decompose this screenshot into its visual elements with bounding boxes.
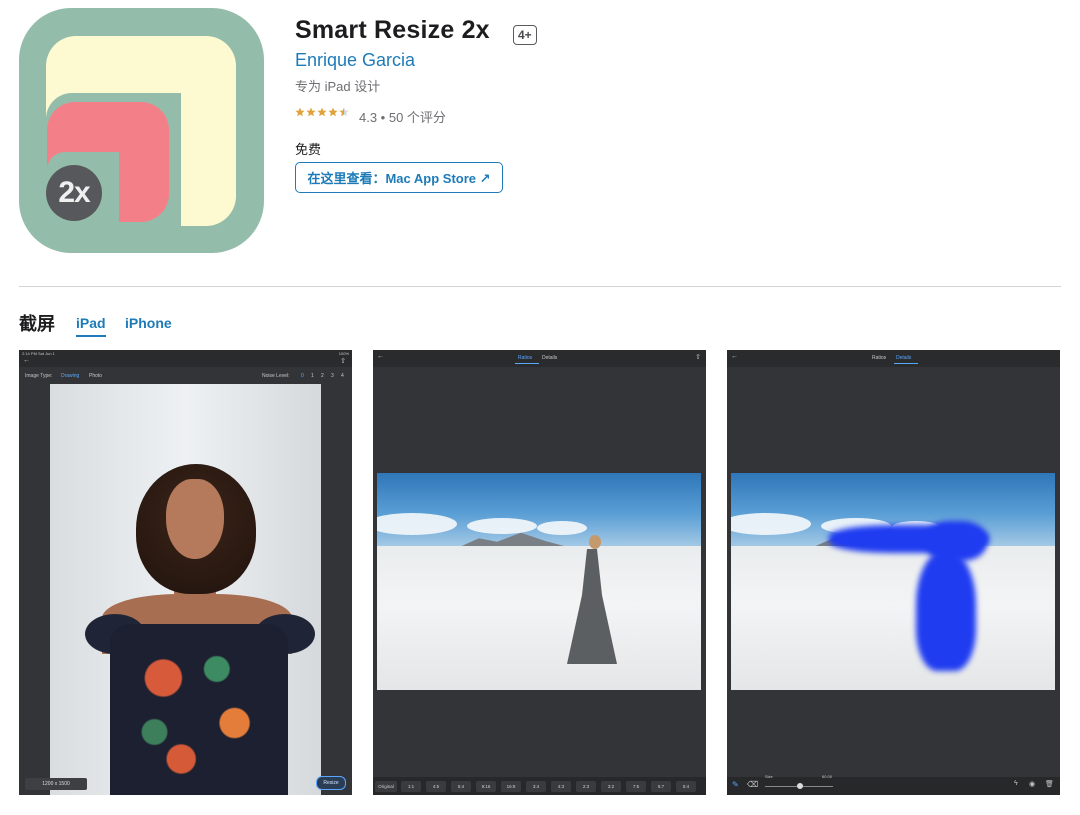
tab-ratios-underline [515,363,539,364]
salt-flat [731,546,1055,690]
ratio-7-5[interactable]: 7:5 [626,781,646,792]
star-icon [328,107,338,117]
landscape-photo-masked [731,473,1055,690]
tab-details-underline [894,363,918,364]
noise-level-4[interactable]: 4 [341,373,344,379]
screenshot-1[interactable]: 2:14 PM Sat Jun 1 100% ← ⇧ Image Type: D… [19,350,352,795]
ratio-4-3[interactable]: 4:3 [551,781,571,792]
tab-ratios[interactable]: Ratios [872,355,886,361]
noise-level-0[interactable]: 0 [301,373,304,379]
portrait-face [166,479,224,559]
mac-store-button-label: 在这里查看：Mac App Store ↗ [307,171,491,186]
brush-stroke-body [916,551,976,671]
ratio-bar: Original 1:1 4:5 5:4 9:16 16:9 3:4 4:3 2… [373,777,706,795]
noise-level-3[interactable]: 3 [331,373,334,379]
status-battery: 100% [338,351,349,356]
tab-iphone[interactable]: iPhone [125,315,172,331]
screenshots-heading: 截屏 [19,314,55,334]
back-arrow-icon: ← [377,353,384,360]
noise-level-1[interactable]: 1 [311,373,314,379]
back-arrow-icon: ← [731,353,738,360]
size-value: 60.00 [822,774,833,779]
ratio-1-1[interactable]: 1:1 [401,781,421,792]
resize-button[interactable]: Resize [316,776,346,790]
image-type-label: Image Type: [25,373,53,379]
developer-link[interactable]: Enrique Garcia [295,50,415,71]
app-title: Smart Resize 2x [295,16,490,44]
portrait-photo [50,384,321,795]
age-rating-badge: 4+ [513,25,537,45]
star-icon [306,107,316,117]
share-icon: ⇧ [340,358,346,365]
screenshot-top-bar: ← Ratios Details [727,350,1060,367]
star-icon [295,107,305,117]
size-label: Size [765,774,773,779]
salt-flat [377,546,701,690]
view-in-mac-app-store-button[interactable]: 在这里查看：Mac App Store ↗ [295,162,503,193]
ratio-9-16[interactable]: 9:16 [476,781,496,792]
ratio-original[interactable]: Original [375,781,397,792]
rating-summary: 4.3 • 50 个评分 [359,110,446,125]
tab-details[interactable]: Details [542,355,557,361]
screenshot-top-bar: ← Ratios Details ⇧ [373,350,706,367]
image-type-photo[interactable]: Photo [89,373,102,379]
eye-icon[interactable]: ◉ [1029,780,1035,788]
eraser-icon[interactable]: ⌫ [747,780,758,789]
noise-level-2[interactable]: 2 [321,373,324,379]
back-arrow-icon: ← [23,357,30,364]
flash-icon[interactable]: ϟ [1014,780,1018,787]
ratio-5-4[interactable]: 5:4 [451,781,471,792]
half-star-icon [339,107,349,117]
ratio-2-3[interactable]: 2:3 [576,781,596,792]
cloud [537,521,587,535]
woman-head [589,535,601,549]
section-divider [19,286,1061,287]
star-icon [317,107,327,117]
tab-details[interactable]: Details [896,355,911,361]
screenshot-status-bar: 2:14 PM Sat Jun 1 100% ← ⇧ [19,350,352,367]
icon-2x-badge: 2x [46,165,102,221]
ratio-16-9[interactable]: 16:9 [501,781,521,792]
brush-toolbar: ✎ ⌫ Size 60.00 ϟ ◉ 🗑 [727,774,1060,795]
tab-ratios[interactable]: Ratios [518,355,532,361]
noise-level-label: Noise Level: [262,373,290,379]
screenshot-3[interactable]: ← Ratios Details ✎ ⌫ Size 60.00 ϟ ◉ 🗑 [727,350,1060,795]
price-label: 免费 [295,142,322,157]
ratio-3-4[interactable]: 3:4 [526,781,546,792]
screenshot-2[interactable]: ← Ratios Details ⇧ Original 1:1 4:5 5:4 … [373,350,706,795]
ratio-5-7[interactable]: 5:7 [651,781,671,792]
trash-icon[interactable]: 🗑 [1045,780,1054,788]
share-icon: ⇧ [695,354,701,361]
ratio-4-5[interactable]: 4:5 [426,781,446,792]
ratio-3-2[interactable]: 3:2 [601,781,621,792]
ratio-5-4b[interactable]: 5:4 [676,781,696,792]
landscape-photo [377,473,701,690]
designed-for-label: 专为 iPad 设计 [295,79,381,94]
app-icon: 2x [19,8,264,253]
image-type-drawing[interactable]: Drawing [61,373,79,379]
landscape-sky [377,473,701,548]
size-slider-thumb[interactable] [797,783,803,789]
tab-ipad[interactable]: iPad [76,315,106,331]
rating-stars [295,107,349,117]
tab-ipad-underline [76,335,106,337]
brush-icon[interactable]: ✎ [732,780,739,789]
image-size-label: 1200 x 1500 [25,778,87,790]
status-time: 2:14 PM Sat Jun 1 [22,351,55,356]
portrait-dress [110,624,288,795]
cloud [467,518,537,534]
